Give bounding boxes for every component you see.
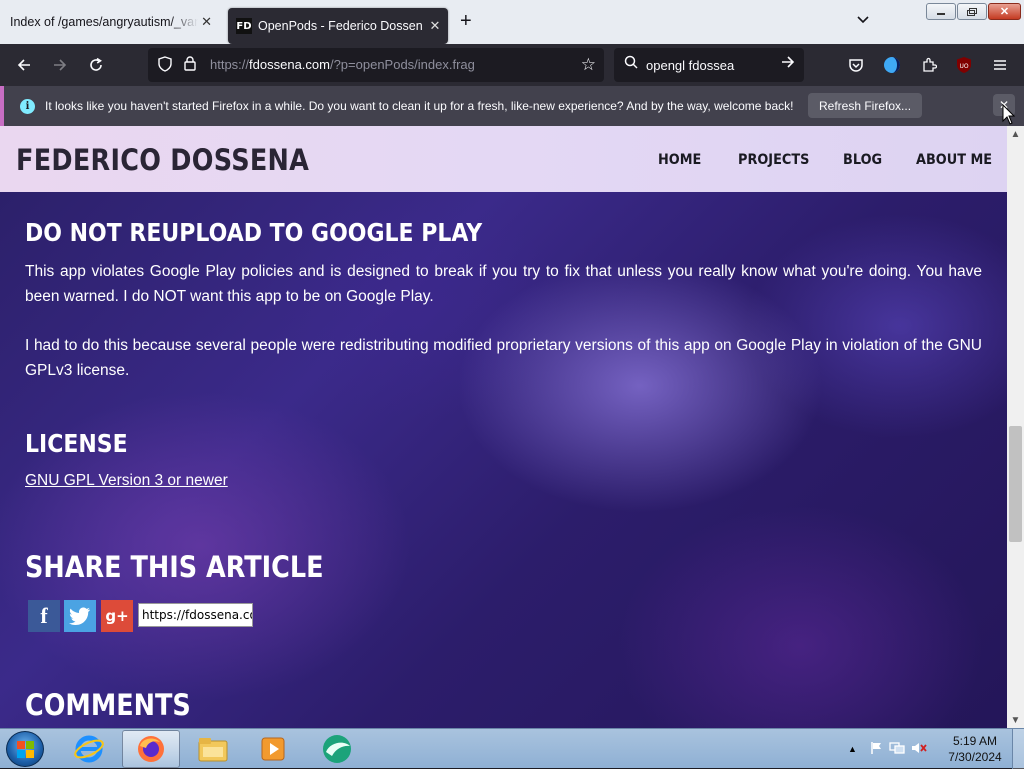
firefox-account-icon[interactable]: [879, 53, 905, 77]
url-path: /?p=openPods/index.frag: [329, 57, 475, 72]
action-center-flag-icon[interactable]: [869, 741, 883, 758]
info-icon: i: [20, 98, 35, 114]
scroll-up-arrow-icon[interactable]: ▲: [1007, 126, 1024, 142]
hamburger-menu-icon[interactable]: [987, 53, 1013, 77]
menu-blog[interactable]: BLOG: [843, 152, 882, 168]
tab-strip: Index of /games/angryautism/_vanilla ✕ F…: [0, 0, 1024, 44]
new-tab-plus-icon[interactable]: +: [460, 11, 472, 31]
minimize-window-button[interactable]: [926, 3, 956, 20]
forward-arrow-icon[interactable]: [47, 53, 73, 77]
windows-taskbar: ▲ 5:19 AM 7/30/2024: [0, 728, 1024, 769]
tab-openpods[interactable]: FD OpenPods - Federico Dossena ✕: [228, 8, 448, 44]
warning-paragraph-2: I had to do this because several people …: [25, 337, 982, 379]
search-input[interactable]: opengl fdossea: [646, 58, 734, 73]
clock-date: 7/30/2024: [948, 750, 1002, 764]
file-explorer-icon[interactable]: [184, 730, 242, 768]
scroll-down-arrow-icon[interactable]: ▼: [1007, 712, 1024, 728]
pocket-icon[interactable]: [843, 53, 869, 77]
media-player-icon[interactable]: [244, 730, 302, 768]
twitter-share-icon[interactable]: [64, 600, 96, 632]
license-link[interactable]: GNU GPL Version 3 or newer: [25, 472, 228, 490]
tab-index-games[interactable]: Index of /games/angryautism/_vanilla ✕: [0, 4, 222, 40]
volume-muted-icon[interactable]: [911, 741, 927, 758]
tab-title: OpenPods - Federico Dossena: [258, 19, 422, 33]
start-button[interactable]: [6, 731, 44, 767]
mouse-cursor-icon: [1002, 104, 1016, 125]
network-icon[interactable]: [889, 741, 905, 758]
search-icon: [624, 55, 638, 72]
warning-heading: DO NOT REUPLOAD TO GOOGLE PLAY: [25, 218, 483, 247]
share-url-field[interactable]: https://fdossena.com/?p=openPods/index.f…: [138, 603, 253, 627]
web-page: FEDERICO DOSSENA HOME PROJECTS BLOG ABOU…: [0, 126, 1007, 728]
notification-bar: i It looks like you haven't started Fire…: [0, 86, 1024, 126]
site-header: FEDERICO DOSSENA HOME PROJECTS BLOG ABOU…: [0, 126, 1007, 192]
search-go-arrow-icon[interactable]: [780, 54, 796, 75]
internet-explorer-icon[interactable]: [60, 730, 118, 768]
list-all-tabs-chevron-icon[interactable]: [856, 14, 870, 28]
back-arrow-icon[interactable]: [11, 53, 37, 77]
close-tab-icon[interactable]: ✕: [422, 18, 448, 34]
comments-heading: COMMENTS: [25, 688, 191, 722]
search-bar[interactable]: opengl fdossea: [614, 48, 804, 82]
notification-message: It looks like you haven't started Firefo…: [45, 99, 794, 113]
fd-favicon-icon: FD: [236, 18, 252, 34]
menu-about-me[interactable]: ABOUT ME: [916, 152, 992, 168]
windows-logo-icon: [17, 741, 34, 758]
tab-title: Index of /games/angryautism/_vanilla: [10, 15, 198, 29]
url-domain: fdossena.com: [249, 57, 330, 72]
lock-icon[interactable]: [184, 56, 196, 74]
url-prefix: https://: [210, 57, 250, 72]
firefox-taskbar-icon[interactable]: [122, 730, 180, 768]
ublock-badge: UO: [959, 63, 968, 70]
tracking-shield-icon[interactable]: [158, 55, 172, 75]
license-heading: LICENSE: [25, 429, 128, 458]
site-logo-title[interactable]: FEDERICO DOSSENA: [16, 143, 309, 177]
extensions-puzzle-icon[interactable]: [916, 53, 942, 77]
system-clock[interactable]: 5:19 AM 7/30/2024: [940, 733, 1010, 765]
page-scrollbar[interactable]: ▲ ▼: [1007, 126, 1024, 728]
scrollbar-thumb[interactable]: [1009, 426, 1022, 542]
share-heading: SHARE THIS ARTICLE: [25, 550, 324, 584]
reload-icon[interactable]: [83, 53, 109, 77]
navigation-toolbar: https://fdossena.com/?p=openPods/index.f…: [0, 44, 1024, 86]
clock-time: 5:19 AM: [952, 734, 998, 748]
refresh-firefox-button[interactable]: Refresh Firefox...: [808, 93, 923, 118]
show-desktop-button[interactable]: [1012, 729, 1024, 769]
warning-paragraph-1: This app violates Google Play policies a…: [25, 263, 982, 305]
bookmark-star-icon[interactable]: ☆: [581, 55, 596, 75]
facebook-share-icon[interactable]: f: [28, 600, 60, 632]
system-tray: ▲: [840, 729, 927, 769]
menu-home[interactable]: HOME: [658, 152, 701, 168]
show-hidden-icons-chevron-icon[interactable]: ▲: [848, 744, 857, 754]
close-window-button[interactable]: ✕: [988, 3, 1021, 20]
url-bar[interactable]: https://fdossena.com/?p=openPods/index.f…: [148, 48, 604, 82]
close-tab-icon[interactable]: ✕: [201, 14, 212, 30]
ublock-origin-icon[interactable]: UO: [951, 53, 977, 77]
network-globe-app-icon[interactable]: [308, 730, 366, 768]
googleplus-share-icon[interactable]: g+: [101, 600, 133, 632]
menu-projects[interactable]: PROJECTS: [738, 152, 809, 168]
restore-window-button[interactable]: [957, 3, 987, 20]
url-text[interactable]: https://fdossena.com/?p=openPods/index.f…: [210, 57, 475, 72]
